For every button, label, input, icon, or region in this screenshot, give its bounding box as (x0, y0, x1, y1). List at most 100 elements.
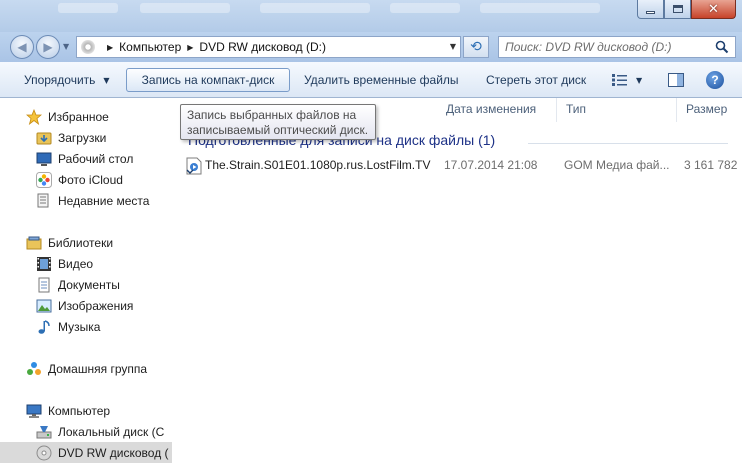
refresh-icon: ⟲ (470, 39, 482, 55)
file-type: GOM Медиа фай... (564, 158, 670, 172)
breadcrumb-separator-icon[interactable]: ▶ (107, 43, 113, 52)
tooltip-line: записываемый оптический диск. (187, 123, 369, 137)
back-arrow-icon: ◀ (17, 40, 27, 54)
maximize-icon (672, 5, 683, 13)
address-bar[interactable]: ▶ Компьютер ▶ DVD RW дисковод (D:) ▼ (76, 36, 461, 58)
navigation-pane: Избранное Загрузки Рабочий стол Фото iCl… (0, 98, 172, 463)
back-button[interactable]: ◀ (10, 35, 34, 59)
downloads-folder-icon (36, 132, 52, 144)
column-header-size[interactable]: Размер (686, 102, 727, 116)
title-bar-blur (140, 3, 230, 13)
sidebar-item-downloads[interactable]: Загрузки (0, 127, 172, 148)
erase-disc-button[interactable]: Стереть этот диск (476, 68, 596, 92)
sidebar-item-label: Документы (58, 277, 120, 292)
forward-button[interactable]: ▶ (36, 35, 60, 59)
title-bar-blur (390, 3, 460, 13)
sidebar-item-local-disk[interactable]: Локальный диск (С (0, 421, 172, 442)
homegroup-icon (27, 361, 41, 375)
sidebar-item-dvd-drive[interactable]: DVD RW дисковод ( (0, 442, 172, 463)
help-icon: ? (711, 73, 719, 87)
sidebar-item-label: Музыка (58, 319, 101, 334)
column-header-type[interactable]: Тип (566, 102, 586, 116)
organize-button[interactable]: Упорядочить ▼ (14, 68, 120, 92)
sidebar-item-label: Изображения (58, 298, 134, 313)
help-button[interactable]: ? (706, 71, 724, 89)
close-icon: ✕ (708, 1, 719, 17)
window-controls: ✕ (637, 0, 736, 19)
sidebar-item-label: Недавние места (58, 193, 150, 208)
delete-temp-label: Удалить временные файлы (304, 73, 459, 87)
burn-to-disc-button[interactable]: Запись на компакт-диск (126, 68, 290, 92)
address-history-dropdown[interactable]: ▼ (450, 42, 456, 51)
title-bar: ✕ (0, 0, 742, 32)
title-bar-blur (480, 3, 600, 13)
sidebar-item-desktop[interactable]: Рабочий стол (0, 148, 172, 169)
sidebar-item-label: Локальный диск (С (58, 424, 165, 439)
star-icon (26, 108, 42, 125)
media-file-icon (186, 157, 202, 175)
sidebar-item-libraries[interactable]: Библиотеки (0, 232, 172, 253)
chevron-down-icon: ▼ (103, 75, 110, 85)
sidebar-item-homegroup[interactable]: Домашняя группа (0, 358, 172, 379)
sidebar-item-icloud-photos[interactable]: Фото iCloud (0, 169, 172, 190)
change-view-button[interactable]: ▼ (606, 68, 648, 92)
view-list-icon (612, 74, 627, 86)
sidebar-item-label: DVD RW дисковод ( (58, 445, 169, 460)
table-row[interactable]: The.Strain.S01E01.1080p.rus.LostFilm.TV … (182, 156, 742, 176)
images-icon (36, 299, 52, 312)
recent-pages-dropdown[interactable]: ▼ (63, 42, 69, 51)
preview-pane-button[interactable] (662, 68, 690, 92)
close-button[interactable]: ✕ (691, 0, 736, 19)
group-divider (528, 143, 728, 144)
dvd-disc-icon (36, 445, 52, 460)
sidebar-item-label: Загрузки (58, 130, 107, 145)
forward-arrow-icon: ▶ (43, 40, 53, 54)
computer-icon (26, 404, 42, 418)
desktop-icon (36, 152, 52, 166)
delete-temp-files-button[interactable]: Удалить временные файлы (294, 68, 469, 92)
search-input[interactable] (499, 37, 699, 57)
dvd-drive-icon (81, 40, 95, 54)
column-divider[interactable] (556, 98, 557, 122)
erase-label: Стереть этот диск (486, 73, 587, 87)
column-header-date[interactable]: Дата изменения (446, 102, 536, 116)
organize-label: Упорядочить (24, 73, 96, 87)
command-bar: Упорядочить ▼ Запись на компакт-диск Уда… (0, 62, 742, 98)
sidebar-item-label: Библиотеки (48, 235, 114, 250)
sidebar-item-documents[interactable]: Документы (0, 274, 172, 295)
sidebar-item-recent-places[interactable]: Недавние места (0, 190, 172, 211)
sidebar-item-label: Рабочий стол (58, 151, 134, 166)
burn-label: Запись на компакт-диск (141, 73, 275, 87)
sidebar-item-label: Видео (58, 256, 94, 271)
sidebar-item-computer[interactable]: Компьютер (0, 400, 172, 421)
preview-pane-icon (668, 73, 684, 87)
breadcrumb-dvd-drive[interactable]: DVD RW дисковод (D:) (199, 40, 326, 54)
minimize-button[interactable] (637, 0, 664, 19)
breadcrumb-separator-icon[interactable]: ▶ (187, 43, 193, 52)
refresh-button[interactable]: ⟲ (463, 36, 489, 58)
documents-icon (38, 277, 50, 292)
sidebar-item-label: Фото iCloud (58, 172, 123, 187)
file-name: The.Strain.S01E01.1080p.rus.LostFilm.TV (205, 158, 431, 172)
video-icon (37, 256, 51, 271)
burn-button-tooltip: Запись выбранных файлов на записываемый … (180, 104, 376, 140)
sidebar-item-video[interactable]: Видео (0, 253, 172, 274)
sidebar-item-favorites[interactable]: Избранное (0, 106, 172, 127)
file-size: 3 161 782 (684, 158, 738, 172)
file-date: 17.07.2014 21:08 (444, 158, 538, 172)
sidebar-item-images[interactable]: Изображения (0, 295, 172, 316)
sidebar-item-label: Домашняя группа (48, 361, 148, 376)
libraries-icon (26, 236, 42, 249)
breadcrumb-computer[interactable]: Компьютер (119, 40, 181, 54)
sidebar-item-label: Избранное (48, 109, 109, 124)
sidebar-item-label: Компьютер (48, 403, 111, 418)
column-divider[interactable] (676, 98, 677, 122)
file-list-pane: Дата изменения Тип Размер Подготовленные… (172, 98, 742, 463)
maximize-button[interactable] (664, 0, 691, 19)
search-box (498, 36, 736, 58)
address-row: ◀ ▶ ▼ ▶ Компьютер ▶ DVD RW дисковод (D:)… (0, 32, 742, 62)
sidebar-item-music[interactable]: Музыка (0, 316, 172, 337)
chevron-down-icon: ▼ (636, 75, 643, 85)
tooltip-line: Запись выбранных файлов на (187, 108, 357, 122)
search-icon[interactable] (715, 40, 729, 54)
